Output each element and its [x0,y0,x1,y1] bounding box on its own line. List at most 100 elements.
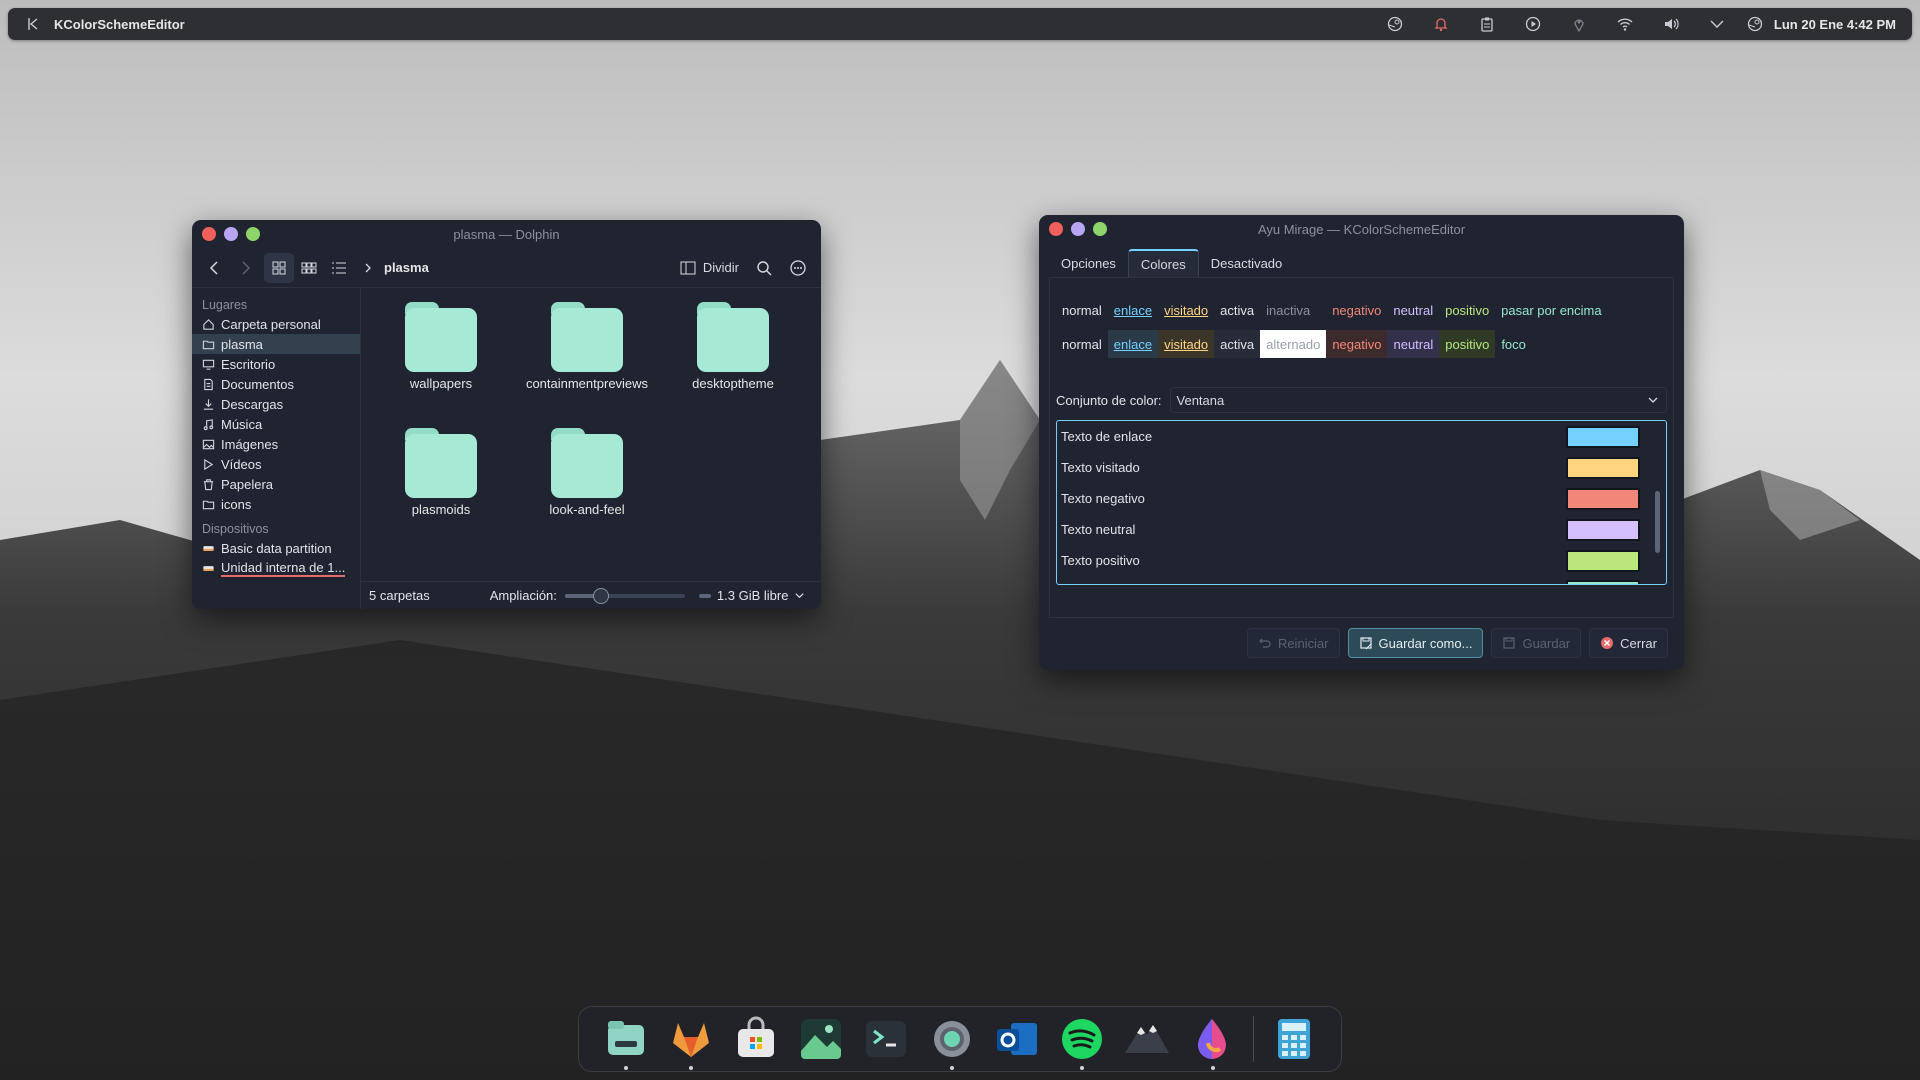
sidebar-item-carpeta-personal[interactable]: Carpeta personal [192,314,360,334]
dock-item[interactable] [854,1006,919,1072]
notification-bell-icon[interactable] [1418,8,1464,40]
sidebar-item-plasma[interactable]: plasma [192,334,360,354]
menu-button[interactable] [783,253,813,283]
close-window-button[interactable] [202,227,216,241]
wifi-icon[interactable] [1602,8,1648,40]
color-swatch-button[interactable] [1566,549,1640,572]
reset-button[interactable]: Reiniciar [1246,628,1340,658]
back-button[interactable] [200,253,230,283]
sidebar-item-imágenes[interactable]: Imágenes [192,434,360,454]
colors-tab-panel: normal enlace visitado activa inactiva n… [1049,277,1674,618]
color-role-row[interactable]: Texto negativo [1057,483,1666,514]
sidebar-item-papelera[interactable]: Papelera [192,474,360,494]
folder-item[interactable]: wallpapers [371,300,511,392]
clock[interactable]: Lun 20 Ene 4:42 PM [1774,17,1896,32]
grid-icon [272,261,286,274]
color-swatch-button[interactable] [1566,425,1640,448]
folder-item[interactable]: look-and-feel [517,426,657,518]
dock-item[interactable] [658,1006,723,1072]
list-scrollbar[interactable] [1655,491,1660,553]
folder-item[interactable]: containmentpreviews [517,300,657,392]
sidebar-item-vídeos[interactable]: Vídeos [192,454,360,474]
dock-item[interactable] [919,1006,984,1072]
media-play-icon[interactable] [1510,8,1556,40]
split-view-button[interactable]: Dividir [669,259,749,277]
home-icon [203,318,214,330]
sidebar-device-0[interactable]: Basic data partition [192,538,360,558]
folder-icon [405,426,477,498]
close-button[interactable]: Cerrar [1589,628,1668,658]
zoom-slider[interactable] [564,587,685,604]
sidebar-item-documentos[interactable]: Documentos [192,374,360,394]
folder-icon [551,300,623,372]
folder-item[interactable]: desktoptheme [663,300,803,392]
dock-item[interactable] [723,1006,788,1072]
steam-icon[interactable] [1372,8,1418,40]
close-window-button[interactable] [1049,222,1063,236]
volume-icon[interactable] [1648,8,1694,40]
dock-item[interactable] [1049,1006,1114,1072]
minimize-window-button[interactable] [224,227,238,241]
color-swatch-button[interactable] [1566,456,1640,479]
location-icon[interactable] [1556,8,1602,40]
back-arrow-icon[interactable] [24,15,42,33]
sidebar-device-1[interactable]: Unidad interna de 1... [192,558,360,578]
sidebar-item-música[interactable]: Música [192,414,360,434]
sidebar-item-label: Música [221,416,263,432]
kcs-titlebar[interactable]: Ayu Mirage — KColorSchemeEditor [1039,215,1684,243]
tab-desactivado[interactable]: Desactivado [1199,249,1295,277]
dock-item[interactable] [1262,1006,1327,1072]
window-title: plasma — Dolphin [453,226,560,242]
color-role-row[interactable]: Texto positivo [1057,545,1666,576]
color-swatch-button[interactable] [1566,518,1640,541]
color-swatch-button[interactable] [1566,487,1640,510]
compact-view-button[interactable] [294,253,324,283]
save-as-button[interactable]: Guardar como... [1347,628,1484,658]
save-as-icon [1359,637,1372,650]
tab-bar: Opciones Colores Desactivado [1039,247,1684,277]
sidebar-item-descargas[interactable]: Descargas [192,394,360,414]
details-view-button[interactable] [324,253,354,283]
forward-button[interactable] [230,253,260,283]
chevron-down-icon[interactable] [1694,8,1740,40]
trash-icon [203,478,214,490]
folder-count: 5 carpetas [369,588,430,603]
search-icon [757,260,772,276]
sidebar-item-escritorio[interactable]: Escritorio [192,354,360,374]
dock [578,1006,1342,1072]
dolphin-titlebar[interactable]: plasma — Dolphin [192,220,821,248]
color-role-row[interactable]: Texto neutral [1057,514,1666,545]
folder-item[interactable]: plasmoids [371,426,511,518]
search-button[interactable] [749,253,779,283]
steam-icon[interactable] [1740,8,1770,40]
clipboard-icon[interactable] [1464,8,1510,40]
dock-item[interactable] [1115,1006,1180,1072]
document-icon [204,378,213,390]
color-set-select[interactable]: Ventana [1169,387,1667,413]
dock-item[interactable] [789,1006,854,1072]
maximize-window-button[interactable] [246,227,260,241]
dock-item[interactable] [984,1006,1049,1072]
sidebar-item-icons[interactable]: icons [192,494,360,514]
zoom-slider-handle[interactable] [592,587,609,604]
save-button[interactable]: Guardar [1491,628,1582,658]
more-options-icon [790,259,806,276]
dock-item[interactable] [593,1006,658,1072]
color-set-row: Conjunto de color: Ventana [1056,386,1667,414]
minimize-window-button[interactable] [1071,222,1085,236]
folder-name: wallpapers [409,376,473,391]
color-role-row[interactable]: Texto visitado [1057,452,1666,483]
color-role-list[interactable]: Texto de enlace Texto visitado Texto neg… [1056,420,1667,585]
drive-icon [203,545,214,551]
system-tray: Lun 20 Ene 4:42 PM [1372,8,1896,40]
drive-icon [203,565,214,571]
tab-colores[interactable]: Colores [1127,249,1199,277]
icons-view-button[interactable] [264,252,294,283]
tab-opciones[interactable]: Opciones [1049,249,1128,277]
breadcrumb-current[interactable]: plasma [384,260,429,275]
free-space-button[interactable]: 1.3 GiB libre [698,588,806,603]
color-role-row[interactable]: Texto de enlace [1057,421,1666,452]
maximize-window-button[interactable] [1093,222,1107,236]
breadcrumb[interactable]: plasma [362,260,429,275]
dock-item[interactable] [1180,1006,1245,1072]
